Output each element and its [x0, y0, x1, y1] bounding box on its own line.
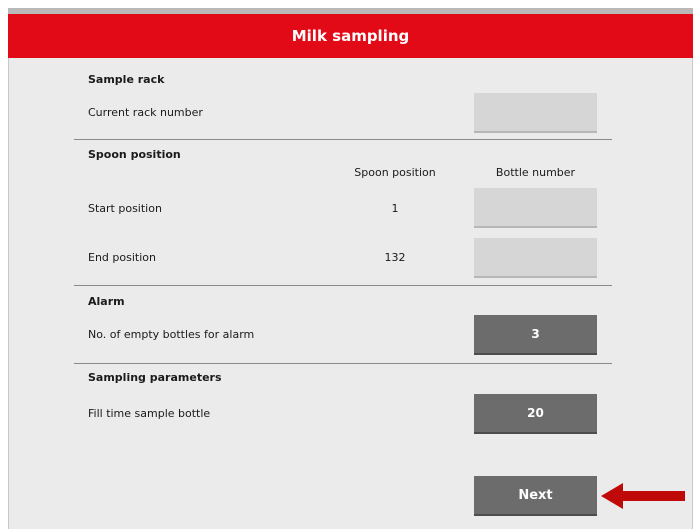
section-title-sampling-parameters: Sampling parameters: [88, 371, 222, 384]
current-rack-label: Current rack number: [88, 106, 203, 119]
divider-spoon-position: [74, 285, 612, 286]
divider-sample-rack: [74, 139, 612, 140]
page-title: Milk sampling: [291, 27, 410, 45]
start-bottle-field[interactable]: [474, 188, 597, 228]
column-header-bottle-number: Bottle number: [495, 166, 576, 179]
fill-time-field[interactable]: 20: [474, 394, 597, 434]
section-title-alarm: Alarm: [88, 295, 125, 308]
section-title-spoon-position: Spoon position: [88, 148, 181, 161]
next-button[interactable]: Next: [474, 476, 597, 516]
start-position-label: Start position: [88, 202, 162, 215]
empty-bottles-alarm-label: No. of empty bottles for alarm: [88, 328, 255, 341]
column-header-spoon-position: Spoon position: [354, 166, 436, 179]
fill-time-label: Fill time sample bottle: [88, 407, 211, 420]
divider-alarm: [74, 363, 612, 364]
title-bar: Milk sampling: [8, 14, 693, 58]
end-position-label: End position: [88, 251, 156, 264]
end-spoon-value: 132: [384, 251, 406, 264]
empty-bottles-alarm-field[interactable]: 3: [474, 315, 597, 355]
arrow-left-icon: [601, 483, 685, 509]
start-spoon-value: 1: [391, 202, 399, 215]
current-rack-field[interactable]: [474, 93, 597, 133]
section-title-sample-rack: Sample rack: [88, 73, 165, 86]
end-bottle-field[interactable]: [474, 238, 597, 278]
